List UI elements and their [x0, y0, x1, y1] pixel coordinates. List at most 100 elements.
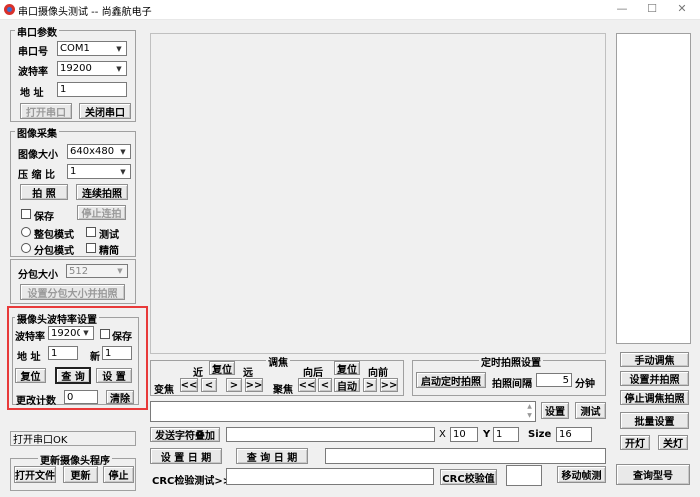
- query-model-button[interactable]: 查询型号: [616, 464, 690, 485]
- start-timer-button[interactable]: 启动定时拍照: [416, 372, 486, 388]
- crc-test-label[interactable]: CRC检验测试>>: [152, 472, 231, 487]
- zoom-left-button[interactable]: <: [201, 378, 217, 392]
- compress-value: 1: [70, 166, 77, 177]
- set-date-button[interactable]: 设 置 日 期: [150, 448, 222, 464]
- camera-query-button[interactable]: 查 询: [55, 367, 91, 384]
- zoom-fast-left-button[interactable]: <<: [180, 378, 198, 392]
- open-port-button[interactable]: 打开串口: [20, 103, 72, 119]
- focus-reset-button[interactable]: 复位: [334, 361, 360, 375]
- send-text-input[interactable]: [150, 401, 536, 422]
- x-input[interactable]: 10: [450, 427, 478, 442]
- zoom-fast-right-button[interactable]: >>: [245, 378, 263, 392]
- address-label: 地 址: [20, 88, 44, 99]
- y-label: Y: [483, 429, 491, 440]
- baud-value: 19200: [60, 63, 92, 74]
- interval-input[interactable]: 5: [536, 373, 572, 387]
- set-and-shoot-button[interactable]: 设置并拍照: [620, 371, 689, 386]
- packet-size-value: 512: [69, 265, 89, 277]
- crc-result-field[interactable]: [506, 465, 542, 486]
- focus-left-button[interactable]: <: [318, 378, 332, 392]
- query-date-button[interactable]: 查 询 日 期: [236, 448, 308, 464]
- send-set-button[interactable]: 设置: [541, 402, 569, 419]
- spin-arrows-icon[interactable]: ▲ ▼: [524, 402, 535, 421]
- clear-count-button[interactable]: 清除: [106, 390, 134, 404]
- zoom-right-button[interactable]: >: [226, 378, 242, 392]
- whole-mode-radio[interactable]: [21, 227, 31, 237]
- packet-size-select[interactable]: 512 ▼: [66, 264, 128, 278]
- stop-focus-shoot-button[interactable]: 停止调焦拍照: [620, 390, 689, 405]
- chevron-down-icon: ▼: [117, 166, 129, 177]
- open-file-button[interactable]: 打开文件: [14, 466, 56, 483]
- zoom-label: 变焦: [154, 385, 174, 396]
- baud-label: 波特率: [18, 67, 48, 78]
- packet-size-label: 分包大小: [18, 270, 58, 281]
- test-label: 测试: [99, 230, 119, 241]
- compress-select[interactable]: 1 ▼: [67, 164, 131, 179]
- overlay-text-input[interactable]: [226, 427, 435, 442]
- forward-label: 向前: [368, 368, 388, 379]
- minimize-icon[interactable]: —: [614, 2, 630, 16]
- compress-label: 压 缩 比: [18, 170, 55, 181]
- crc-input[interactable]: [226, 468, 434, 485]
- close-port-button[interactable]: 关闭串口: [79, 103, 131, 119]
- size-input[interactable]: 16: [556, 427, 592, 442]
- port-select[interactable]: COM1 ▼: [57, 41, 127, 56]
- continuous-shoot-button[interactable]: 连续拍照: [76, 184, 128, 200]
- image-display-area: [150, 33, 606, 354]
- maximize-icon[interactable]: ☐: [644, 2, 660, 16]
- camera-baud-title: 摄像头波特率设置: [15, 311, 99, 326]
- image-size-select[interactable]: 640x480 ▼: [67, 144, 131, 159]
- add-overlay-button[interactable]: 发送字符叠加: [150, 427, 220, 442]
- focus-right-button[interactable]: >: [363, 378, 377, 392]
- move-frame-button[interactable]: 移动帧测: [557, 466, 606, 483]
- chevron-down-icon: ▼: [80, 328, 92, 338]
- camera-save-checkbox[interactable]: [100, 329, 110, 339]
- change-count-input[interactable]: 0: [64, 390, 98, 404]
- date-output-field[interactable]: [325, 448, 606, 464]
- manual-focus-button[interactable]: 手动调焦: [620, 352, 689, 367]
- stop-continuous-button[interactable]: 停止连拍: [77, 205, 126, 220]
- address-input[interactable]: 1: [57, 82, 127, 97]
- light-on-button[interactable]: 开灯: [620, 435, 650, 450]
- camera-set-button[interactable]: 设 置: [96, 368, 132, 383]
- save-label: 保存: [34, 212, 54, 223]
- compact-checkbox[interactable]: [86, 243, 96, 253]
- port-value: COM1: [60, 43, 90, 54]
- shoot-button[interactable]: 拍 照: [20, 184, 68, 200]
- port-label: 串口号: [18, 47, 48, 58]
- camera-reset-button[interactable]: 复位: [15, 368, 46, 383]
- chevron-down-icon: ▼: [114, 266, 126, 276]
- split-mode-radio[interactable]: [21, 243, 31, 253]
- camera-addr-input[interactable]: 1: [48, 346, 78, 360]
- send-test-button[interactable]: 测试: [575, 402, 606, 419]
- new-addr-label: 新: [90, 352, 100, 363]
- log-area[interactable]: [616, 33, 691, 344]
- update-title: 更新摄像头程序: [38, 452, 112, 467]
- crc-check-button[interactable]: CRC校验值: [440, 469, 497, 485]
- set-packet-button[interactable]: 设置分包大小并拍照: [20, 284, 125, 300]
- split-mode-label: 分包模式: [34, 246, 74, 257]
- light-off-button[interactable]: 关灯: [658, 435, 688, 450]
- stop-update-button[interactable]: 停止: [103, 466, 134, 483]
- update-button[interactable]: 更新: [63, 466, 98, 483]
- chevron-down-icon: ▼: [113, 43, 125, 54]
- x-label: X: [439, 429, 446, 440]
- camera-baud-select[interactable]: 19200 ▼: [48, 326, 94, 340]
- size-label: Size: [528, 429, 552, 440]
- change-count-label: 更改计数: [16, 396, 56, 407]
- window-title: 串口摄像头测试 -- 尚鑫航电子: [18, 7, 152, 18]
- test-checkbox[interactable]: [86, 227, 96, 237]
- focus-fast-right-button[interactable]: >>: [380, 378, 398, 392]
- title-bar: 串口摄像头测试 -- 尚鑫航电子 — ☐ ✕: [0, 0, 700, 20]
- save-checkbox[interactable]: [21, 209, 31, 219]
- zoom-reset-button[interactable]: 复位: [209, 361, 235, 375]
- near-label: 近: [193, 368, 203, 379]
- focus-fast-left-button[interactable]: <<: [298, 378, 316, 392]
- close-icon[interactable]: ✕: [674, 2, 690, 16]
- timer-title: 定时拍照设置: [479, 354, 543, 369]
- y-input[interactable]: 1: [493, 427, 519, 442]
- batch-set-button[interactable]: 批量设置: [620, 412, 689, 429]
- new-addr-input[interactable]: 1: [102, 346, 132, 360]
- auto-focus-button[interactable]: 自动: [334, 378, 360, 392]
- baud-select[interactable]: 19200 ▼: [57, 61, 127, 76]
